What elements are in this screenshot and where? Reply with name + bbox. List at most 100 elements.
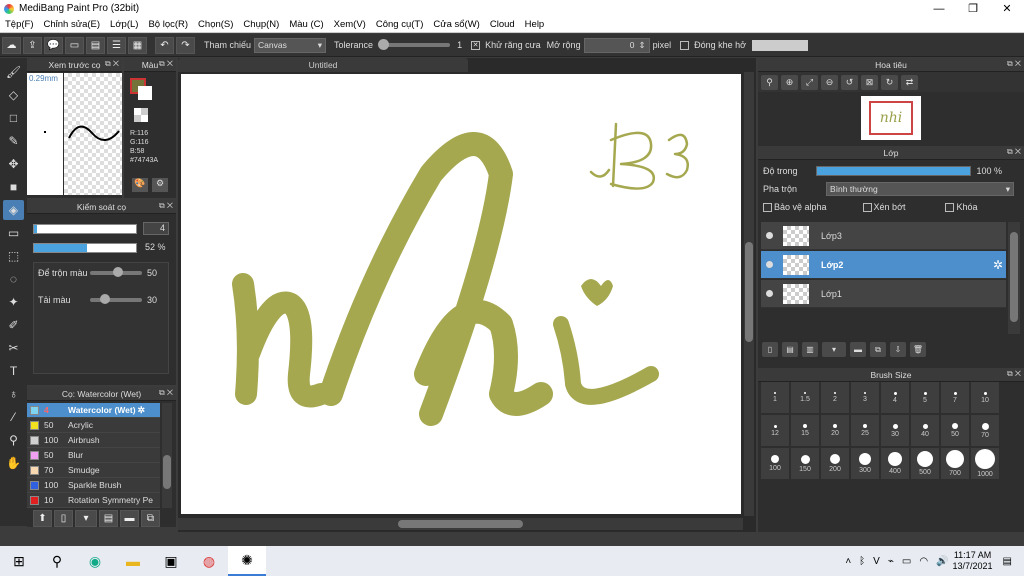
brush-size-cell[interactable]: 50 <box>941 415 969 446</box>
menu-view[interactable]: Xem(V) <box>329 19 371 30</box>
antialias-checkbox[interactable]: ✕ <box>471 40 481 50</box>
visibility-icon[interactable] <box>766 290 773 297</box>
reset-view-icon[interactable]: ⊠ <box>861 74 878 90</box>
brush-item[interactable]: 100 Sparkle Brush <box>27 478 160 493</box>
eyedropper-tool-icon[interactable]: ⚲ <box>3 430 24 450</box>
layer-row-selected[interactable]: Lớp2 ✲ <box>761 251 1006 279</box>
menu-cloud[interactable]: Cloud <box>485 19 520 30</box>
brush-size-cell[interactable]: 100 <box>761 448 789 479</box>
new-brush-icon[interactable]: ▯ <box>54 510 73 527</box>
clock[interactable]: 11:17 AM 13/7/2021 <box>953 550 993 572</box>
close-gap-checkbox[interactable] <box>680 40 690 50</box>
eraser-tool-icon[interactable]: ◇ <box>3 85 24 105</box>
brush-size-cell[interactable]: 4 <box>881 382 909 413</box>
delete-layer-icon[interactable]: 🗑 <box>910 342 926 357</box>
reference-select[interactable]: Canvas ▾ <box>254 37 327 53</box>
medibang-taskbar-icon[interactable]: ✺ <box>228 546 266 576</box>
brush-item[interactable]: 4 Watercolor (Wet) ✲ <box>27 403 160 418</box>
select-rect-tool-icon[interactable]: ⬚ <box>3 246 24 266</box>
duplicate-layer-icon[interactable]: ⧉ <box>870 342 886 357</box>
brush-opacity-slider[interactable] <box>33 243 137 253</box>
layer-row[interactable]: Lớp1 <box>761 280 1006 308</box>
move-tool-icon[interactable]: ✥ <box>3 154 24 174</box>
merge-layer-icon[interactable]: ⇩ <box>890 342 906 357</box>
brush-size-cell[interactable]: 7 <box>941 382 969 413</box>
menu-file[interactable]: Tệp(F) <box>0 19 39 30</box>
balloon-tool-icon[interactable]: ♁ <box>3 384 24 404</box>
monitor-icon[interactable]: ▭ <box>902 556 911 567</box>
new-layer-1bit-icon[interactable]: ▥ <box>802 342 818 357</box>
message-icon[interactable]: ▭ <box>65 36 84 54</box>
menu-edit[interactable]: Chỉnh sửa(E) <box>39 19 106 30</box>
layer-settings-icon[interactable]: ✲ <box>993 258 1003 272</box>
menu-color[interactable]: Màu (C) <box>284 19 328 30</box>
navigator-thumbnail[interactable]: nhi <box>861 96 921 140</box>
expand-input[interactable]: 0 ⇕ <box>583 37 650 53</box>
brush-item[interactable]: 10 Rotation Symmetry Pe <box>27 493 160 508</box>
brush-size-cell[interactable]: 3 <box>851 382 879 413</box>
menu-filter[interactable]: Bộ lọc(R) <box>143 19 193 30</box>
clipping-checkbox[interactable] <box>862 202 872 212</box>
document-icon[interactable]: ▤ <box>86 36 105 54</box>
new-layer-8bit-icon[interactable]: ▤ <box>782 342 798 357</box>
edge-icon[interactable]: ◉ <box>76 546 114 576</box>
layer-blend-select[interactable]: Bình thường ▾ <box>826 182 1015 196</box>
comment-icon[interactable]: 💬 <box>44 36 63 54</box>
brush-size-cell[interactable]: 12 <box>761 415 789 446</box>
lasso-tool-icon[interactable]: ◌ <box>3 269 24 289</box>
pen-tool-icon[interactable]: ✎ <box>3 131 24 151</box>
visibility-icon[interactable] <box>766 261 773 268</box>
folder-icon[interactable]: ▬ <box>120 510 139 527</box>
brush-item[interactable]: 50 Acrylic <box>27 418 160 433</box>
brush-size-cell[interactable]: 5 <box>911 382 939 413</box>
close-icon[interactable]: ✕ <box>990 0 1024 17</box>
brush-size-cell[interactable]: 15 <box>791 415 819 446</box>
brush-size-cell[interactable]: 200 <box>821 448 849 479</box>
reload-slider[interactable] <box>90 294 142 304</box>
brush-size-cell[interactable]: 300 <box>851 448 879 479</box>
menu-window[interactable]: Cửa sổ(W) <box>428 19 484 30</box>
palette-icon[interactable]: 🎨 <box>132 178 148 192</box>
store-icon[interactable]: ▣ <box>152 546 190 576</box>
v-app-icon[interactable]: V <box>873 556 880 567</box>
visibility-icon[interactable] <box>766 232 773 239</box>
layer-folder-icon[interactable]: ▬ <box>850 342 866 357</box>
tolerance-slider[interactable] <box>378 39 451 50</box>
chevron-up-icon[interactable]: ˄ <box>845 556 851 567</box>
brush-tool-icon[interactable]: 🖌 <box>3 62 24 82</box>
brush-size-cell[interactable]: 1.5 <box>791 382 819 413</box>
brush-size-value[interactable]: 4 <box>143 222 169 235</box>
gradient-tool-icon[interactable]: ▭ <box>3 223 24 243</box>
file-explorer-icon[interactable]: ▬ <box>114 546 152 576</box>
drawing-canvas[interactable] <box>181 74 741 514</box>
brush-size-cell[interactable]: 20 <box>821 415 849 446</box>
brush-settings-icon[interactable]: ▤ <box>99 510 118 527</box>
text-tool-icon[interactable]: T <box>3 361 24 381</box>
layer-scrollbar[interactable] <box>1008 222 1020 334</box>
grid-icon[interactable]: ▦ <box>128 36 147 54</box>
redo-icon[interactable]: ↷ <box>176 36 195 54</box>
menu-snap[interactable]: Chụp(N) <box>238 19 284 30</box>
menu-layer[interactable]: Lớp(L) <box>105 19 143 30</box>
brush-size-cell[interactable]: 500 <box>911 448 939 479</box>
notification-icon[interactable]: ▤ <box>1003 556 1012 567</box>
blend-slider[interactable] <box>90 267 142 277</box>
brush-size-cell[interactable]: 2 <box>821 382 849 413</box>
layer-row[interactable]: Lớp3 <box>761 222 1006 250</box>
flip-icon[interactable]: ⇄ <box>901 74 918 90</box>
menu-select[interactable]: Chọn(S) <box>193 19 238 30</box>
hand-tool-icon[interactable]: ✋ <box>3 453 24 473</box>
rotate-right-icon[interactable]: ↻ <box>881 74 898 90</box>
canvas-horizontal-scrollbar[interactable] <box>178 518 743 530</box>
divide-tool-icon[interactable]: ⁄ <box>3 407 24 427</box>
minimize-icon[interactable]: — <box>922 0 956 17</box>
search-icon[interactable]: ⚲ <box>38 546 76 576</box>
add-brush-icon[interactable]: ⬆ <box>33 510 52 527</box>
color-settings-icon[interactable]: ⚙ <box>152 178 168 192</box>
add-layer-menu-icon[interactable]: ▾ <box>822 342 846 357</box>
volume-icon[interactable]: 🔊 <box>936 556 948 567</box>
list-icon[interactable]: ☰ <box>107 36 126 54</box>
brush-size-cell[interactable]: 400 <box>881 448 909 479</box>
zoom-fit-icon[interactable]: ⚲ <box>761 74 778 90</box>
brush-size-cell[interactable]: 10 <box>971 382 999 413</box>
